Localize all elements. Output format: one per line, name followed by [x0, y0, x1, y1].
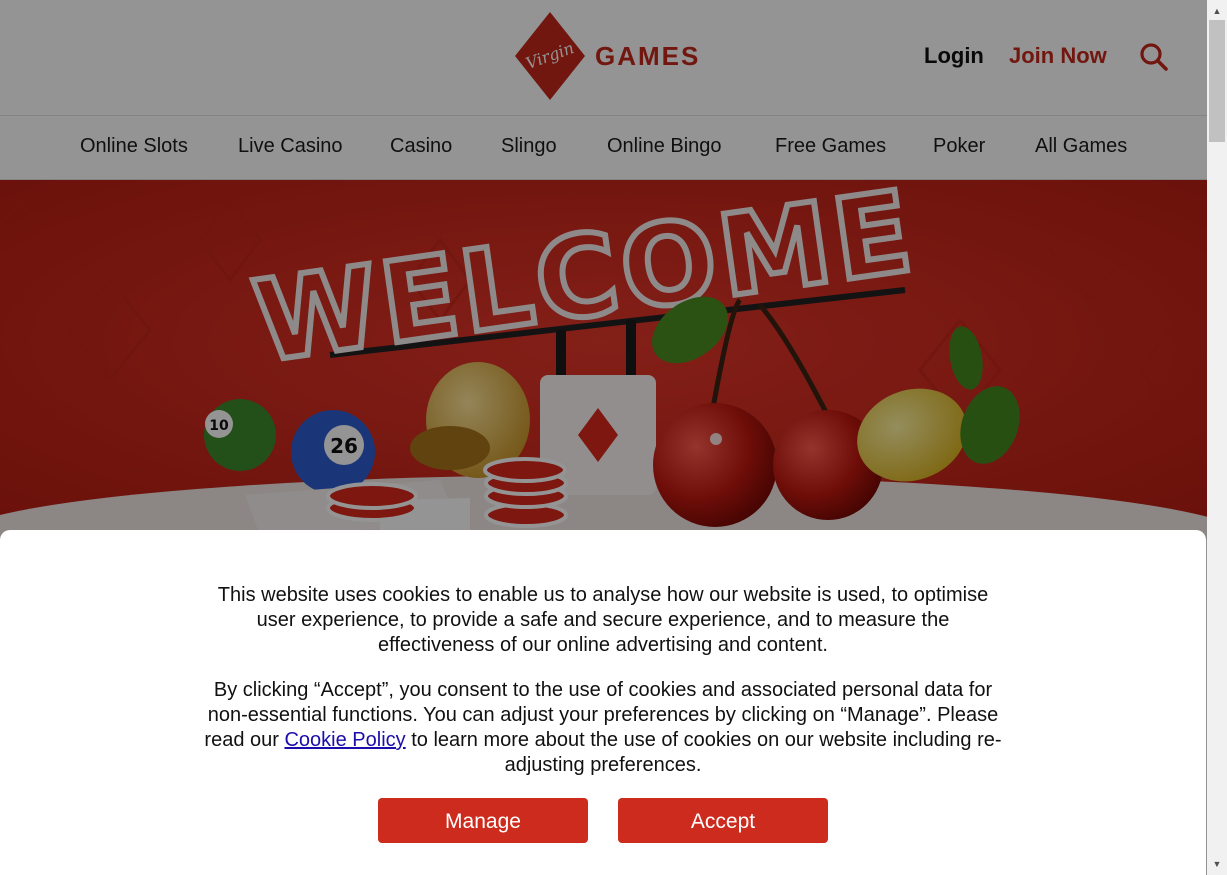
scroll-up-arrow-icon[interactable]: ▲: [1207, 0, 1227, 20]
cookie-consent-panel: This website uses cookies to enable us t…: [0, 530, 1206, 875]
page-scrollbar[interactable]: ▲ ▼: [1207, 0, 1227, 875]
cookie-consent-text: By clicking “Accept”, you consent to the…: [200, 678, 1006, 778]
manage-button[interactable]: Manage: [378, 798, 588, 843]
scroll-down-arrow-icon[interactable]: ▼: [1207, 855, 1227, 875]
cookie-consent-text-end: to learn more about the use of cookies o…: [405, 729, 1002, 776]
accept-button[interactable]: Accept: [618, 798, 828, 843]
page: Virgin GAMES Login Join Now Online Slots…: [0, 0, 1207, 875]
cookie-intro-text: This website uses cookies to enable us t…: [217, 584, 989, 656]
cookie-policy-link[interactable]: Cookie Policy: [284, 729, 405, 751]
scrollbar-thumb[interactable]: [1209, 20, 1225, 142]
